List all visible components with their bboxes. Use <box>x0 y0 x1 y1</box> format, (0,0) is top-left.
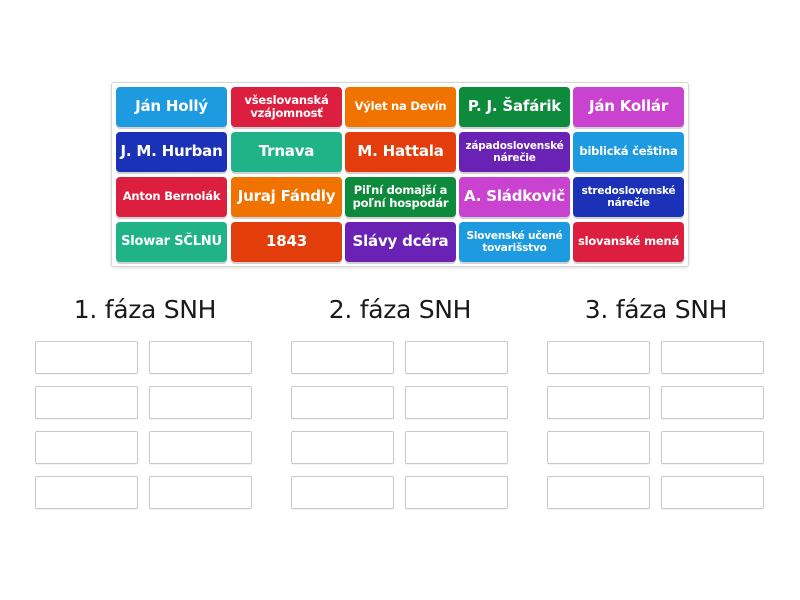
drop-slot[interactable] <box>35 431 138 464</box>
draggable-tile[interactable]: slovanské mená <box>573 222 684 262</box>
drop-slot[interactable] <box>149 476 252 509</box>
draggable-tile[interactable]: Výlet na Devín <box>345 87 456 127</box>
draggable-tile[interactable]: Ján Kollár <box>573 87 684 127</box>
drop-slot[interactable] <box>661 341 764 374</box>
drop-slot[interactable] <box>661 386 764 419</box>
drop-slot[interactable] <box>661 476 764 509</box>
drop-slot[interactable] <box>405 386 508 419</box>
draggable-tile[interactable]: J. M. Hurban <box>116 132 227 172</box>
drop-slot[interactable] <box>405 476 508 509</box>
drop-slot[interactable] <box>661 431 764 464</box>
draggable-tile[interactable]: biblická čeština <box>573 132 684 172</box>
draggable-tile[interactable]: A. Sládkovič <box>459 177 570 217</box>
draggable-tile[interactable]: Slovenské učené tovarišstvo <box>459 222 570 262</box>
draggable-tile[interactable]: všeslovanská vzájomnosť <box>231 87 342 127</box>
draggable-tile[interactable]: 1843 <box>231 222 342 262</box>
group-title: 3. fáza SNH <box>584 295 728 324</box>
drop-slot[interactable] <box>291 386 394 419</box>
drop-slot[interactable] <box>149 386 252 419</box>
draggable-tile[interactable]: M. Hattala <box>345 132 456 172</box>
draggable-tile[interactable]: Juraj Fándly <box>231 177 342 217</box>
drop-slot[interactable] <box>35 386 138 419</box>
drop-slot[interactable] <box>35 476 138 509</box>
draggable-tile[interactable]: Slowar SČLNU <box>116 222 227 262</box>
draggable-tile[interactable]: Slávy dcéra <box>345 222 456 262</box>
drop-slot[interactable] <box>547 431 650 464</box>
drop-slot[interactable] <box>405 341 508 374</box>
drop-slot[interactable] <box>405 431 508 464</box>
draggable-tile[interactable]: Anton Bernolák <box>116 177 227 217</box>
drop-slot[interactable] <box>291 476 394 509</box>
group-title: 2. fáza SNH <box>328 295 472 324</box>
drop-slot[interactable] <box>547 386 650 419</box>
draggable-tile[interactable]: stredoslovenské nárečie <box>573 177 684 217</box>
drop-slot[interactable] <box>291 431 394 464</box>
group-title: 1. fáza SNH <box>73 295 217 324</box>
drop-slot[interactable] <box>547 476 650 509</box>
draggable-tile[interactable]: P. J. Šafárik <box>459 87 570 127</box>
draggable-tile[interactable]: Piľní domajší a poľní hospodár <box>345 177 456 217</box>
draggable-tile[interactable]: Trnava <box>231 132 342 172</box>
drop-slot[interactable] <box>547 341 650 374</box>
drop-slot[interactable] <box>291 341 394 374</box>
drop-slot[interactable] <box>35 341 138 374</box>
group-sort-activity: Ján Hollý všeslovanská vzájomnosť Výlet na… <box>0 0 800 600</box>
draggable-tile[interactable]: Ján Hollý <box>116 87 227 127</box>
tile-pool: Ján Hollý všeslovanská vzájomnosť Výlet na… <box>111 82 689 267</box>
drop-slot[interactable] <box>149 431 252 464</box>
drop-slot[interactable] <box>149 341 252 374</box>
draggable-tile[interactable]: západoslovenské nárečie <box>459 132 570 172</box>
